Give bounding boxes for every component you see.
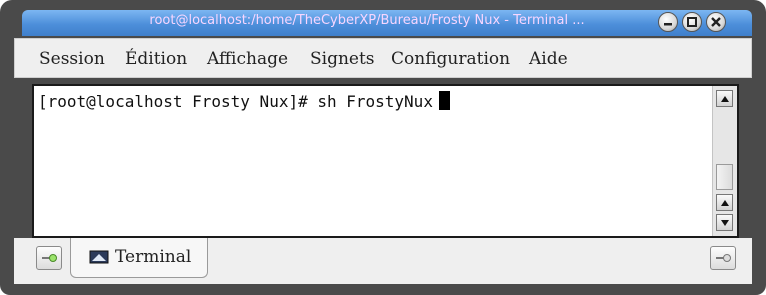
scroll-up-icon: [721, 200, 729, 206]
scroll-up-button-lower[interactable]: [716, 194, 733, 211]
terminal-command: [root@localhost Frosty Nux]# sh FrostyNu…: [38, 92, 433, 111]
tab-label: Terminal: [115, 247, 192, 267]
scroll-down-button[interactable]: [716, 214, 733, 231]
terminal-area[interactable]: [root@localhost Frosty Nux]# sh FrostyNu…: [32, 84, 739, 238]
scroll-down-icon: [721, 220, 729, 226]
menu-edition[interactable]: Édition: [125, 49, 187, 69]
new-tab-button[interactable]: [36, 246, 62, 270]
text-cursor: [438, 91, 450, 110]
maximize-button[interactable]: [682, 12, 702, 32]
terminal-tab-icon: [89, 250, 109, 264]
menu-session[interactable]: Session: [39, 49, 105, 69]
terminal-line: [root@localhost Frosty Nux]# sh FrostyNu…: [38, 91, 450, 111]
menu-signets[interactable]: Signets: [310, 49, 375, 69]
title-bar[interactable]: root@localhost:/home/TheCyberXP/Bureau/F…: [22, 10, 752, 36]
tab-bar: Terminal: [14, 238, 752, 284]
menu-configuration[interactable]: Configuration: [391, 49, 510, 69]
scroll-up-button[interactable]: [716, 90, 733, 107]
menu-bar: Session Édition Affichage Signets Config…: [14, 38, 752, 78]
minimize-button[interactable]: [658, 12, 678, 32]
close-button[interactable]: [706, 12, 726, 32]
terminal-window: root@localhost:/home/TheCyberXP/Bureau/F…: [0, 0, 766, 295]
close-icon: [711, 17, 721, 27]
window-title: root@localhost:/home/TheCyberXP/Bureau/F…: [149, 13, 585, 28]
new-tab-icon: [42, 254, 57, 262]
close-tab-button[interactable]: [710, 246, 736, 270]
menu-affichage[interactable]: Affichage: [207, 49, 288, 69]
close-tab-icon: [716, 254, 731, 262]
scroll-up-icon: [721, 96, 729, 102]
scroll-thumb[interactable]: [716, 164, 733, 190]
maximize-icon: [687, 17, 697, 27]
minimize-icon: [664, 23, 672, 26]
tab-terminal[interactable]: Terminal: [70, 238, 208, 278]
vertical-scrollbar[interactable]: [712, 86, 737, 236]
menu-aide[interactable]: Aide: [529, 49, 568, 69]
